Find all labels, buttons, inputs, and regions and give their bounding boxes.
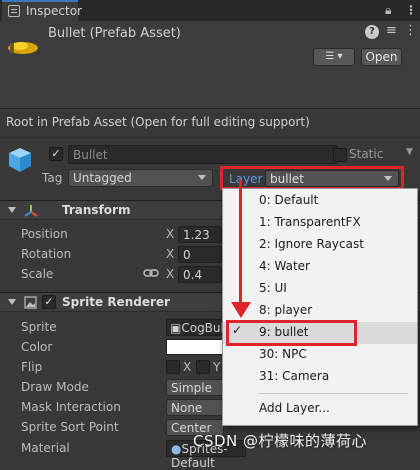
sprite-renderer-enabled-checkbox[interactable]: ✓ [42, 295, 56, 309]
kebab-icon[interactable]: ⋮ [405, 3, 417, 17]
foldout-icon [8, 299, 16, 305]
color-swatch[interactable] [166, 339, 224, 355]
scale-x-label: X [166, 267, 175, 281]
menu-item-water[interactable]: 4: Water [259, 259, 310, 273]
position-x-field[interactable]: 1.23 [178, 226, 222, 243]
static-checkbox[interactable] [333, 148, 347, 162]
scale-label: Scale [21, 267, 54, 281]
foldout-icon [8, 207, 16, 213]
rotation-x-label: X [166, 247, 175, 261]
overrides-dropdown[interactable]: ☰ ▾ [313, 48, 355, 66]
lock-icon[interactable]: 🔒︎ [385, 3, 391, 18]
position-label: Position [21, 227, 68, 241]
flip-x-label: X [183, 360, 192, 374]
draw-mode-dropdown[interactable]: Simple [166, 379, 224, 396]
annotation-arrow-head [231, 302, 251, 318]
menu-item-player[interactable]: 8: player [259, 303, 312, 317]
sprite-renderer-icon [24, 296, 37, 309]
menu-item-default[interactable]: 0: Default [259, 193, 318, 207]
color-label: Color [21, 340, 53, 354]
tab-label: Inspector [26, 4, 82, 18]
watermark: CSDN @柠檬味的薄荷心 [193, 432, 368, 450]
material-label: Material [21, 441, 70, 455]
menu-separator [258, 393, 408, 394]
annotation-arrow-shaft [239, 180, 242, 306]
tag-dropdown[interactable]: Untagged [68, 169, 213, 187]
list-icon: ☰ [325, 51, 335, 62]
gameobject-cube-icon [9, 148, 31, 172]
sprite-field[interactable]: ▣CogBul [166, 319, 224, 336]
active-checkbox[interactable]: ✓ [49, 147, 63, 161]
mask-interaction-dropdown[interactable]: None [166, 399, 224, 416]
mask-interaction-label: Mask Interaction [21, 400, 121, 414]
position-x-label: X [166, 227, 175, 241]
inspector-header: Bullet (Prefab Asset) ? ≡ ⋮ ☰ ▾ Open [0, 21, 420, 109]
static-dropdown-arrow[interactable]: ▼ [406, 147, 413, 157]
asset-title: Bullet (Prefab Asset) [48, 26, 181, 41]
draw-mode-label: Draw Mode [21, 380, 89, 394]
inspector-icon [8, 5, 20, 17]
link-icon[interactable] [143, 267, 159, 279]
layer-highlight-box [220, 166, 404, 190]
chevron-down-icon [198, 175, 206, 180]
prefab-thumbnail-icon [8, 42, 38, 54]
sprite-sort-point-label: Sprite Sort Point [21, 420, 119, 434]
preset-icon[interactable]: ≡ [386, 23, 397, 38]
open-button[interactable]: Open [361, 48, 402, 66]
tab-bar: Inspector 🔒︎ ⋮ [0, 0, 420, 21]
sprite-asset-icon: ▣ [170, 321, 182, 335]
name-field[interactable]: Bullet [68, 145, 338, 164]
transform-title: Transform [62, 203, 131, 217]
material-icon: ● [171, 442, 182, 456]
menu-item-ui[interactable]: 5: UI [259, 281, 287, 295]
static-label: Static [349, 147, 384, 161]
rotation-label: Rotation [21, 247, 72, 261]
sprite-renderer-title: Sprite Renderer [62, 295, 170, 309]
transform-axes-icon [24, 205, 38, 217]
tag-label: Tag [42, 171, 63, 185]
more-icon[interactable]: ⋮ [404, 23, 417, 38]
menu-item-add-layer[interactable]: Add Layer... [259, 401, 330, 415]
menu-item-ignore-raycast[interactable]: 2: Ignore Raycast [259, 237, 364, 251]
rotation-x-field[interactable]: 0 [178, 246, 222, 263]
root-note-bar: Root in Prefab Asset (Open for full edit… [0, 110, 420, 138]
root-note-text: Root in Prefab Asset (Open for full edit… [6, 115, 310, 129]
sprite-label: Sprite [21, 320, 57, 334]
scale-x-field[interactable]: 0.4 [178, 266, 222, 283]
flip-y-label: Y [213, 360, 221, 374]
menu-item-transparentfx[interactable]: 1: TransparentFX [259, 215, 361, 229]
menu-item-camera[interactable]: 31: Camera [259, 369, 329, 383]
flip-x-checkbox[interactable] [166, 360, 180, 374]
flip-label: Flip [21, 360, 43, 374]
menu-item-npc[interactable]: 30: NPC [259, 347, 307, 361]
help-icon[interactable]: ? [365, 25, 379, 39]
bullet-highlight-box [226, 320, 357, 346]
flip-y-checkbox[interactable] [196, 360, 210, 374]
tab-inspector[interactable]: Inspector [2, 0, 82, 21]
